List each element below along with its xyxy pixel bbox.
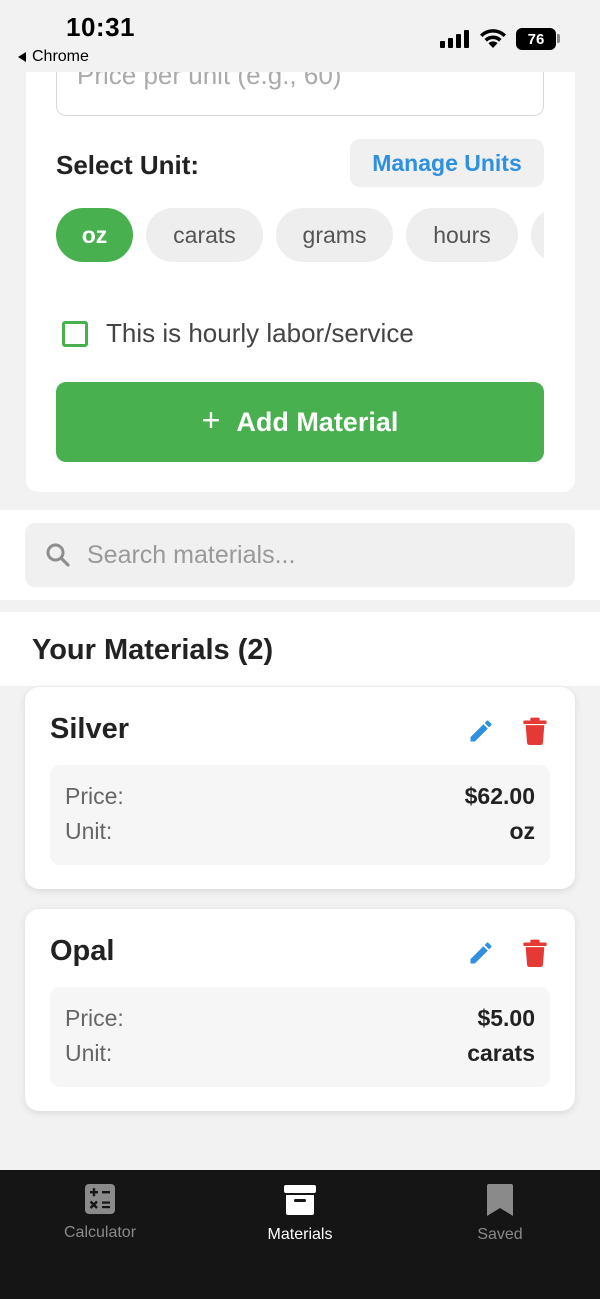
bottom-tab-bar: Calculator Materials Saved	[0, 1170, 600, 1299]
material-name: Opal	[50, 935, 115, 967]
tab-label: Saved	[477, 1226, 523, 1243]
unit-row: Unit: oz	[65, 818, 535, 845]
price-row: Price: $5.00	[65, 1005, 535, 1032]
add-material-label: Add Material	[236, 406, 399, 437]
material-card: Opal Price: $5.00 Unit: carats	[25, 909, 575, 1111]
unit-label: Unit:	[65, 818, 113, 844]
back-arrow-icon	[18, 52, 26, 62]
unit-chip-grams[interactable]: grams	[276, 208, 393, 262]
unit-label: Unit:	[65, 1040, 113, 1066]
hourly-service-label: This is hourly labor/service	[106, 318, 414, 348]
unit-chip-carats[interactable]: carats	[146, 208, 263, 262]
tab-calculator[interactable]: Calculator	[20, 1184, 180, 1242]
select-unit-label: Select Unit:	[56, 150, 200, 180]
back-to-app-link[interactable]: Chrome	[18, 48, 89, 66]
trash-delete-icon[interactable]	[523, 939, 547, 967]
tab-materials[interactable]: Materials	[220, 1184, 380, 1244]
price-value: $62.00	[464, 783, 535, 809]
price-value: $5.00	[477, 1005, 535, 1031]
search-bar[interactable]	[25, 523, 575, 587]
plus-icon: +	[201, 402, 221, 438]
unit-value: oz	[509, 818, 535, 844]
unit-chip-oz[interactable]: oz	[56, 208, 133, 262]
price-row: Price: $62.00	[65, 783, 535, 810]
tab-saved[interactable]: Saved	[420, 1184, 580, 1244]
back-app-label: Chrome	[32, 48, 89, 65]
battery-cap	[557, 34, 560, 43]
archive-box-icon	[284, 1185, 316, 1215]
pencil-edit-icon[interactable]	[467, 939, 495, 967]
unit-value: carats	[467, 1040, 535, 1066]
add-material-form: Price per unit (e.g., 60) Select Unit: M…	[26, 60, 575, 492]
unit-row: Unit: carats	[65, 1040, 535, 1067]
price-label: Price:	[65, 1005, 124, 1031]
search-icon	[46, 543, 70, 567]
trash-delete-icon[interactable]	[523, 717, 547, 745]
status-bar: 10:31 Chrome 76	[0, 0, 600, 72]
unit-chip-hours[interactable]: hours	[406, 208, 518, 262]
unit-chip-list: oz carats grams hours	[56, 208, 544, 264]
material-card: Silver Price: $62.00 Unit: oz	[25, 687, 575, 889]
status-time: 10:31	[66, 12, 135, 42]
add-material-button[interactable]: + Add Material	[56, 382, 544, 462]
tab-label: Calculator	[63, 1224, 137, 1241]
price-label: Price:	[65, 783, 124, 809]
manage-units-button[interactable]: Manage Units	[350, 139, 544, 187]
hourly-service-checkbox[interactable]	[62, 320, 88, 347]
search-section	[0, 510, 600, 600]
wifi-icon	[480, 29, 506, 48]
bookmark-icon	[487, 1184, 513, 1216]
unit-chip-more[interactable]	[531, 208, 544, 262]
material-details: Price: $62.00 Unit: oz	[50, 765, 550, 865]
hourly-service-row[interactable]: This is hourly labor/service	[62, 318, 414, 349]
cellular-signal-icon	[440, 30, 469, 48]
calculator-icon	[85, 1184, 115, 1214]
tab-label: Materials	[267, 1226, 333, 1243]
materials-title: Your Materials (2)	[32, 634, 274, 666]
battery-indicator: 76	[516, 28, 556, 50]
search-input[interactable]	[87, 540, 527, 570]
material-name: Silver	[50, 713, 129, 745]
materials-section-header: Your Materials (2)	[0, 612, 600, 686]
pencil-edit-icon[interactable]	[467, 717, 495, 745]
material-details: Price: $5.00 Unit: carats	[50, 987, 550, 1087]
